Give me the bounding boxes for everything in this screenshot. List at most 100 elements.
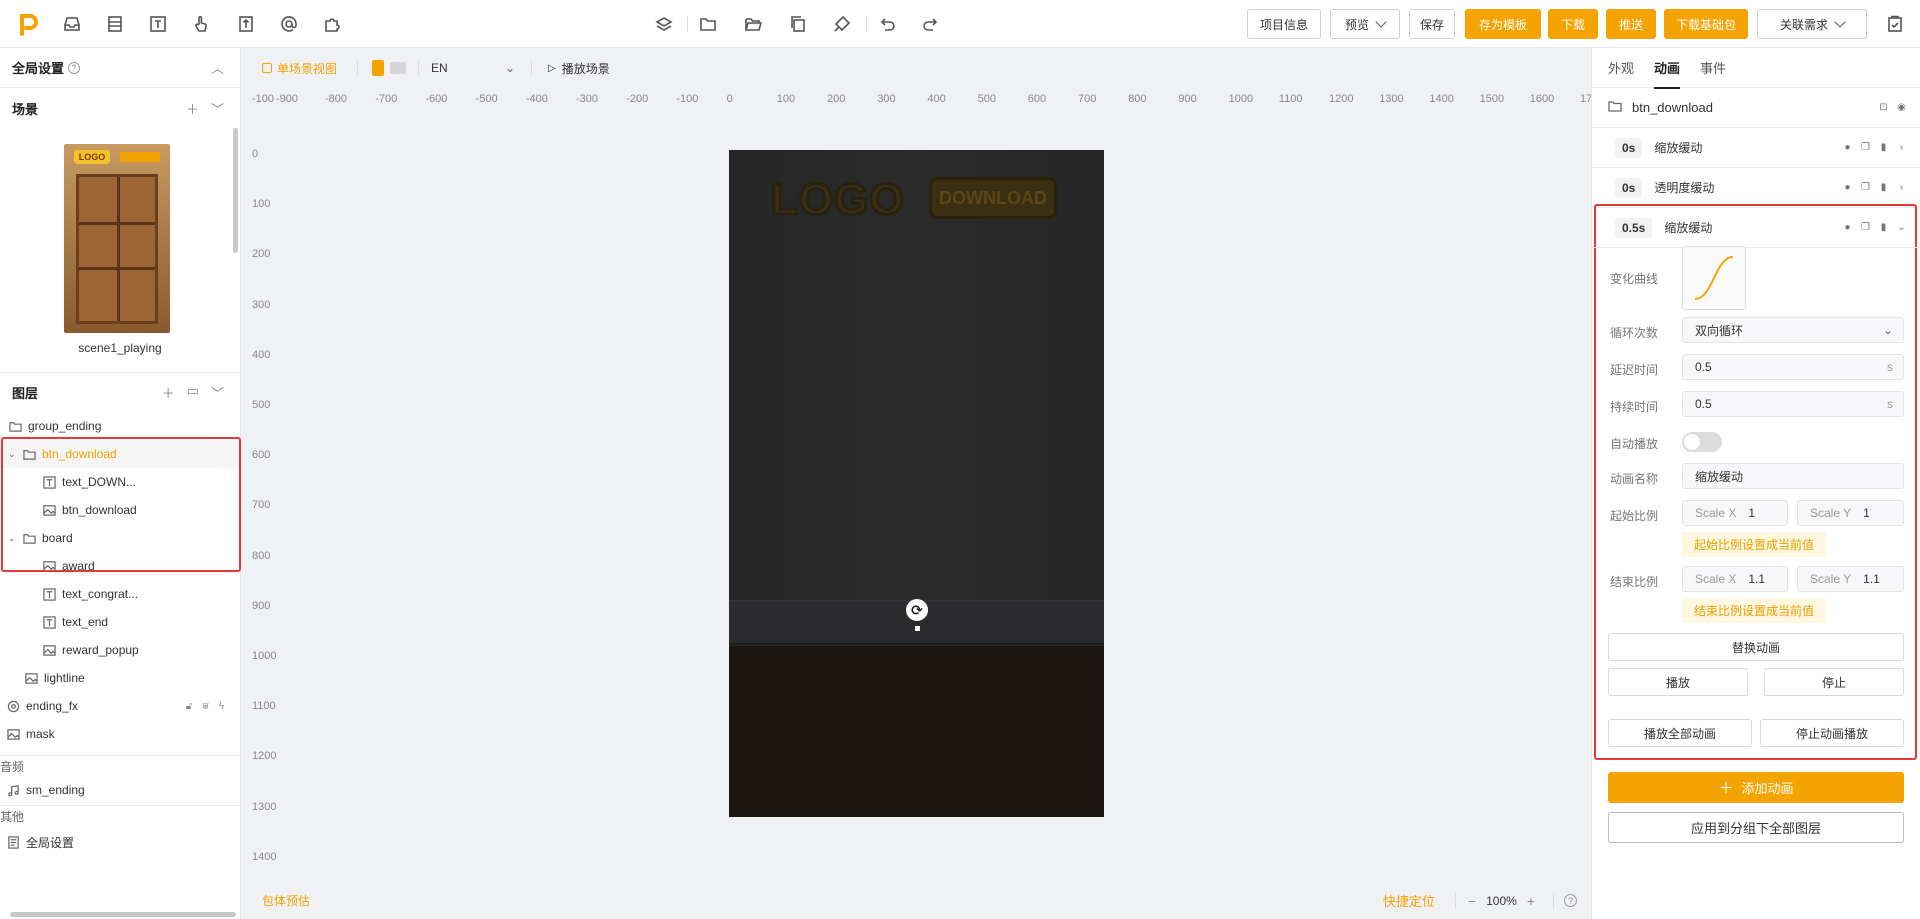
sort-icon[interactable] [236, 14, 256, 34]
text-icon[interactable] [148, 14, 168, 34]
lock-icon[interactable]: ⊡ [1878, 102, 1889, 113]
download-btn-canvas[interactable]: DOWNLOAD [929, 177, 1057, 219]
play-scene-button[interactable]: ▷ 播放场景 [548, 60, 610, 77]
scene-thumbnail[interactable]: LOGO [64, 144, 170, 333]
push-button[interactable]: 推送 [1606, 9, 1656, 39]
add-layer-icon[interactable]: ＋ [162, 383, 175, 402]
touch-icon[interactable] [191, 14, 211, 34]
preview-dropdown[interactable]: 预览 [1330, 9, 1400, 39]
delay-input[interactable]: 0.5 s [1682, 354, 1904, 380]
scene-scrollbar[interactable] [233, 128, 238, 253]
tab-animation[interactable]: 动画 [1654, 58, 1681, 89]
chevron-down-icon[interactable]: ﹀ [211, 383, 224, 402]
size-estimate-link[interactable]: 包体预估 [262, 892, 310, 909]
animation-item[interactable]: 0s 透明度缓动 ● ❐ ▮ ‹ [1592, 168, 1920, 208]
animation-item[interactable]: 0s 缩放缓动 ● ❐ ▮ ‹ [1592, 128, 1920, 168]
bolt-icon[interactable]: ϟ [219, 701, 224, 712]
folder-add-icon[interactable]: ▭ [187, 383, 199, 402]
start-scale-x-input[interactable]: Scale X 1 [1682, 500, 1788, 526]
undo-icon[interactable] [877, 14, 897, 34]
layer-item[interactable]: reward_popup [0, 636, 240, 664]
eye-icon[interactable]: ◉ [1896, 102, 1907, 113]
anchor-point[interactable] [915, 626, 920, 631]
loop-select[interactable]: 双向循环 ⌄ [1682, 317, 1904, 343]
play-all-button[interactable]: 播放全部动画 [1608, 719, 1752, 747]
play-circle-icon[interactable]: ● [1842, 222, 1853, 233]
audio-item[interactable]: sm_ending [0, 776, 240, 804]
link-requirement-dropdown[interactable]: 关联需求 [1757, 9, 1867, 39]
animation-item-expanded[interactable]: 0.5s 缩放缓动 ● ❐ ▮ ⌄ [1592, 208, 1920, 248]
chevron-down-icon[interactable]: ⌄ [1896, 222, 1907, 233]
orientation-portrait-icon[interactable] [372, 60, 385, 76]
quick-locate-link[interactable]: 快捷定位 [1383, 891, 1435, 910]
redo-icon[interactable] [921, 14, 941, 34]
layer-item[interactable]: mask [0, 720, 240, 748]
start-scale-y-input[interactable]: Scale Y 1 [1797, 500, 1904, 526]
zoom-out-icon[interactable]: − [1468, 893, 1476, 909]
layers-hscrollbar[interactable] [10, 912, 236, 917]
layer-item[interactable]: ending_fx 🔓︎ ⩐ ϟ [0, 692, 240, 720]
end-scale-y-input[interactable]: Scale Y 1.1 [1797, 566, 1904, 592]
easing-curve-preview[interactable] [1682, 246, 1746, 310]
project-info-button[interactable]: 项目信息 [1247, 9, 1321, 39]
delete-icon[interactable]: ▮ [1878, 142, 1889, 153]
delete-icon[interactable]: ▮ [1878, 182, 1889, 193]
add-scene-icon[interactable]: ＋ [186, 99, 199, 118]
phone-canvas[interactable]: LOGO DOWNLOAD ⟳ [729, 150, 1104, 817]
language-select[interactable]: EN ⌄ [431, 61, 515, 75]
apply-to-group-button[interactable]: 应用到分组下全部图层 [1608, 812, 1904, 843]
folder-open-icon[interactable] [743, 14, 763, 34]
download-base-button[interactable]: 下载基础包 [1664, 9, 1748, 39]
save-button[interactable]: 保存 [1409, 9, 1455, 39]
download-button[interactable]: 下载 [1548, 9, 1598, 39]
global-settings-header[interactable]: 全局设置 ? ︿ [0, 48, 240, 88]
tab-events[interactable]: 事件 [1700, 58, 1726, 77]
copy-icon[interactable]: ❐ [1860, 182, 1871, 193]
tab-appearance[interactable]: 外观 [1608, 58, 1634, 77]
other-item[interactable]: 全局设置 [0, 828, 240, 856]
clipboard-check-icon[interactable] [1885, 14, 1905, 34]
delete-icon[interactable]: ▮ [1878, 222, 1889, 233]
autoplay-toggle[interactable] [1682, 432, 1722, 452]
rotate-handle-icon[interactable]: ⟳ [906, 599, 928, 621]
chevron-left-icon[interactable]: ‹ [1896, 142, 1907, 153]
duration-input[interactable]: 0.5 s [1682, 391, 1904, 417]
replace-animation-button[interactable]: 替换动画 [1608, 633, 1904, 661]
brush-icon[interactable] [832, 14, 852, 34]
scene-name[interactable]: scene1_playing [0, 341, 240, 355]
chevron-down-icon[interactable]: ﹀ [211, 99, 224, 118]
single-scene-view-toggle[interactable]: 单场景视图 [262, 60, 337, 77]
end-scale-hint-button[interactable]: 结束比例设置成当前值 [1682, 598, 1827, 623]
puzzle-icon[interactable] [322, 14, 342, 34]
stop-all-button[interactable]: 停止动画播放 [1760, 719, 1904, 747]
hide-icon[interactable]: ⩐ [202, 701, 209, 712]
copy-icon[interactable]: ❐ [1860, 222, 1871, 233]
copy-icon[interactable] [788, 14, 808, 34]
play-circle-icon[interactable]: ● [1842, 142, 1853, 153]
stop-button[interactable]: 停止 [1764, 668, 1904, 696]
at-icon[interactable] [279, 14, 299, 34]
chevron-up-icon[interactable]: ︿ [211, 58, 224, 77]
add-animation-button[interactable]: ＋ 添加动画 [1608, 772, 1904, 803]
zoom-in-icon[interactable]: + [1527, 893, 1535, 909]
start-scale-hint-button[interactable]: 起始比例设置成当前值 [1682, 532, 1827, 557]
layout-icon[interactable] [105, 14, 125, 34]
save-template-button[interactable]: 存为模板 [1465, 9, 1541, 39]
folder-icon[interactable] [698, 14, 718, 34]
play-circle-icon[interactable]: ● [1842, 182, 1853, 193]
inbox-icon[interactable] [62, 14, 82, 34]
lock-icon[interactable]: 🔓︎ [186, 701, 192, 712]
layer-item[interactable]: text_congrat... [0, 580, 240, 608]
play-button[interactable]: 播放 [1608, 668, 1748, 696]
layers-icon[interactable] [654, 14, 674, 34]
help-icon[interactable]: ? [1564, 894, 1577, 907]
layer-item[interactable]: group_ending [0, 412, 240, 440]
copy-icon[interactable]: ❐ [1860, 142, 1871, 153]
orientation-landscape-icon[interactable] [390, 62, 407, 74]
help-icon[interactable]: ? [68, 61, 81, 74]
end-scale-x-input[interactable]: Scale X 1.1 [1682, 566, 1788, 592]
chevron-left-icon[interactable]: ‹ [1896, 182, 1907, 193]
layer-item[interactable]: lightline [0, 664, 240, 692]
anim-name-input[interactable]: 缩放缓动 [1682, 463, 1904, 489]
layer-item[interactable]: text_end [0, 608, 240, 636]
